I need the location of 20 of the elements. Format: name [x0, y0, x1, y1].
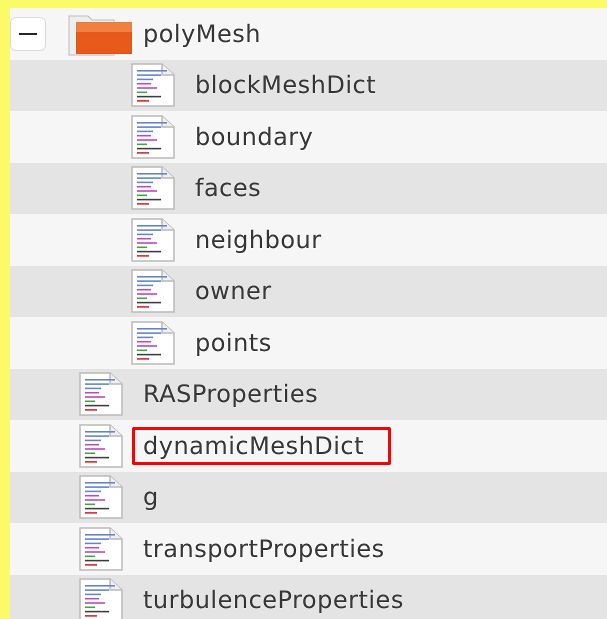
file-name[interactable]: points: [184, 324, 283, 362]
file-name[interactable]: dynamicMeshDict: [132, 426, 392, 465]
text-file-icon: [130, 166, 176, 210]
file-name[interactable]: transportProperties: [132, 530, 396, 568]
file-name[interactable]: boundary: [184, 118, 324, 156]
text-file-icon: [78, 475, 124, 520]
text-file-icon: [130, 269, 176, 314]
text-file-icon: [130, 218, 176, 262]
text-file-icon: [130, 320, 176, 365]
file-name[interactable]: owner: [184, 272, 283, 310]
text-file-icon: [78, 424, 124, 468]
file-name[interactable]: neighbour: [184, 220, 333, 259]
collapse-toggle[interactable]: [10, 16, 46, 51]
file-name[interactable]: g: [132, 478, 170, 516]
text-file-icon: [78, 372, 124, 416]
file-name[interactable]: faces: [184, 169, 272, 208]
text-file-icon: [78, 526, 124, 571]
text-file-icon: [130, 63, 176, 108]
folder-name[interactable]: polyMesh: [132, 14, 272, 53]
text-file-icon: [130, 114, 176, 159]
